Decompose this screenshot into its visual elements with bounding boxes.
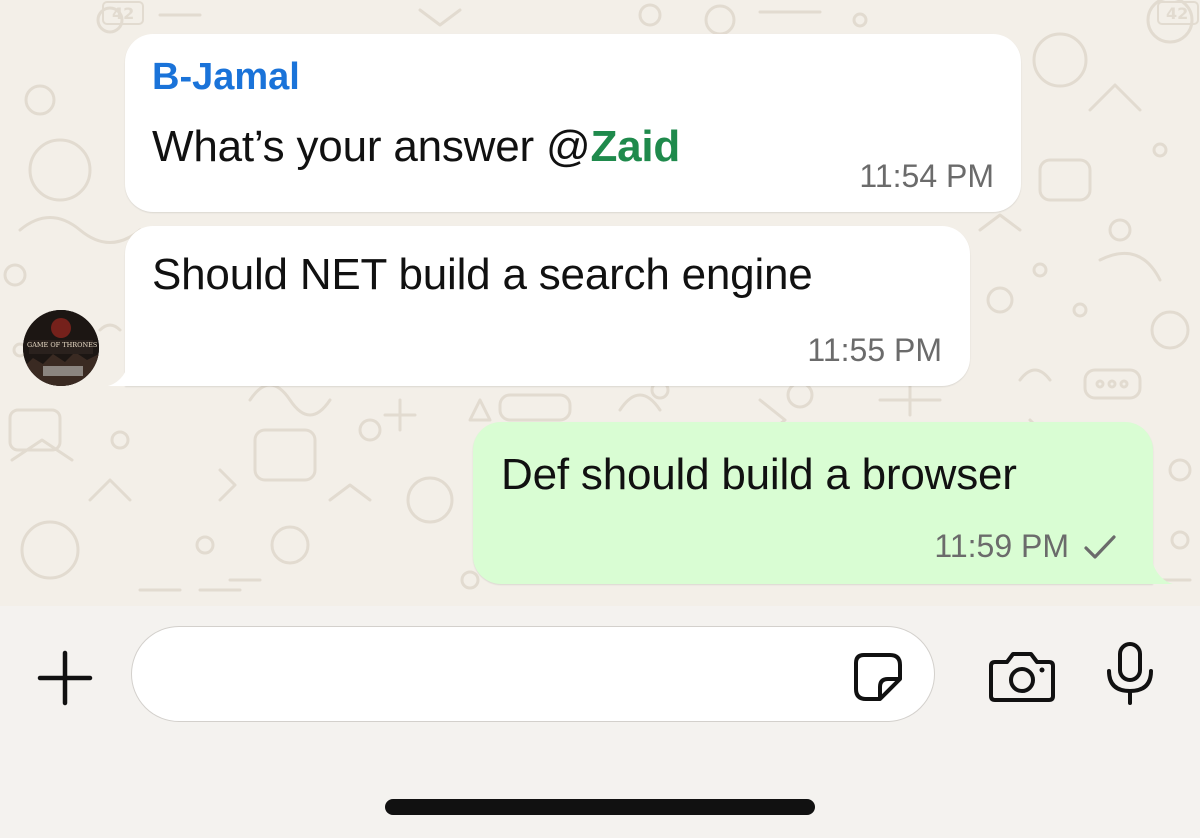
message-text-body: What’s your answer [152,122,546,171]
sticker-icon[interactable] [850,649,906,705]
message-bubble-incoming[interactable]: B-Jamal What’s your answer @Zaid 11:54 P… [125,34,1021,212]
message-timestamp: 11:54 PM [859,158,994,194]
outgoing-bubble-tail [1153,564,1173,584]
svg-text:42: 42 [112,4,134,23]
home-indicator[interactable] [385,799,815,815]
mention-name: Zaid [590,122,681,171]
message-text: What’s your answer @Zaid [152,122,680,172]
plus-icon[interactable] [36,649,94,707]
chat-area: 42 42 B-Jamal What’s your answer @Zaid 1… [0,0,1200,606]
message-text: Def should build a browser [501,450,1017,499]
message-bubble-incoming[interactable]: Should NET build a search engine 11:55 P… [125,226,970,386]
message-bubble-outgoing[interactable]: Def should build a browser 11:59 PM [473,422,1153,584]
mention-link[interactable]: @Zaid [546,122,680,171]
sender-name[interactable]: B-Jamal [152,56,300,99]
avatar-caption: GAME OF THRONES [27,341,98,349]
mention-at-sign: @ [545,122,591,171]
sender-avatar[interactable]: GAME OF THRONES [23,310,99,386]
message-timestamp: 11:55 PM [807,332,942,368]
camera-icon[interactable] [987,648,1057,704]
microphone-icon[interactable] [1103,641,1157,707]
single-check-icon [1084,535,1116,559]
incoming-bubble-tail [108,366,128,386]
svg-text:42: 42 [1166,4,1188,23]
message-text: Should NET build a search engine [152,250,813,299]
message-timestamp: 11:59 PM [934,528,1069,564]
message-input[interactable] [131,626,935,722]
